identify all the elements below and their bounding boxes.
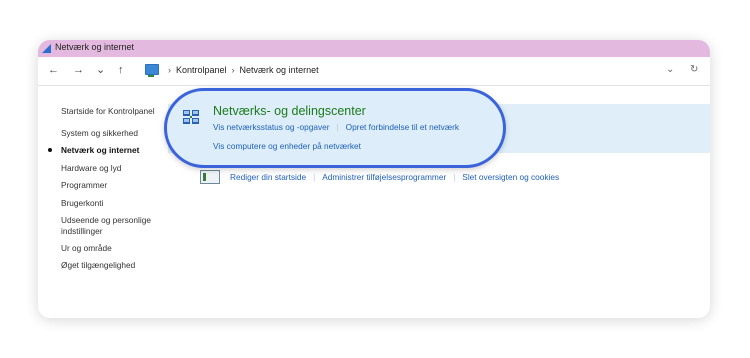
active-bullet-icon xyxy=(48,148,52,152)
link-network-status[interactable]: Vis netværksstatus og -opgaver xyxy=(213,122,330,132)
recent-locations-chevron-icon[interactable]: ⌄ xyxy=(96,63,105,77)
link-manage-addons[interactable]: Administrer tilføjelsesprogrammer xyxy=(322,172,446,182)
control-panel-icon xyxy=(145,64,159,77)
breadcrumb-current[interactable]: Netværk og internet xyxy=(240,65,319,75)
highlight-callout: Netværks- og delingscenter Vis netværkss… xyxy=(164,88,506,168)
link-divider: | xyxy=(336,122,339,132)
sidebar-item-user-accounts[interactable]: Brugerkonti xyxy=(61,198,103,208)
sidebar-item-home[interactable]: Startside for Kontrolpanel xyxy=(61,106,155,116)
link-divider: | xyxy=(453,172,456,182)
title-bar[interactable]: Netværk og internet xyxy=(38,40,710,57)
forward-arrow-icon[interactable]: → xyxy=(73,63,84,77)
sidebar-item-accessibility[interactable]: Øget tilgængelighed xyxy=(61,260,135,270)
link-delete-history[interactable]: Slet oversigten og cookies xyxy=(462,172,559,182)
breadcrumb-separator-icon: › xyxy=(231,64,235,75)
link-edit-homepage[interactable]: Rediger din startside xyxy=(230,172,306,182)
network-sharing-icon xyxy=(183,110,199,124)
internet-options-category: Rediger din startside | Administrer tilf… xyxy=(200,170,559,184)
callout-links-row: Vis netværksstatus og -opgaver | Opret f… xyxy=(213,122,459,132)
sidebar-item-programs[interactable]: Programmer xyxy=(61,180,107,190)
link-divider: | xyxy=(313,172,316,182)
sidebar-item-appearance[interactable]: Udseende og personlige xyxy=(61,215,151,225)
sidebar-item-system-security[interactable]: System og sikkerhed xyxy=(61,128,138,138)
address-dropdown-chevron-icon[interactable]: ⌄ xyxy=(666,64,674,75)
address-toolbar: ← → ⌄ ↑ › Kontrolpanel › Netværk og inte… xyxy=(38,57,710,86)
sidebar-item-appearance-cont[interactable]: indstillinger xyxy=(61,226,103,236)
window-title: Netværk og internet xyxy=(55,42,135,52)
link-view-network-devices[interactable]: Vis computere og enheder på netværket xyxy=(213,141,361,151)
sidebar-item-clock-region[interactable]: Ur og område xyxy=(61,243,112,253)
document-icon xyxy=(200,170,220,184)
refresh-icon[interactable]: ↻ xyxy=(690,64,698,75)
breadcrumb[interactable]: › Kontrolpanel › Netværk og internet xyxy=(145,64,319,77)
link-connect-network[interactable]: Opret forbindelse til et netværk xyxy=(346,122,459,132)
up-arrow-icon[interactable]: ↑ xyxy=(118,63,124,77)
sidebar-item-network-internet[interactable]: Netværk og internet xyxy=(61,145,139,155)
breadcrumb-kontrolpanel[interactable]: Kontrolpanel xyxy=(176,65,227,75)
callout-links-row-2: Vis computere og enheder på netværket xyxy=(213,136,361,154)
network-icon xyxy=(42,44,51,53)
back-arrow-icon[interactable]: ← xyxy=(48,63,59,77)
control-panel-window: Netværk og internet ← → ⌄ ↑ › Kontrolpan… xyxy=(38,40,710,318)
breadcrumb-separator-icon: › xyxy=(168,64,171,75)
network-sharing-center-link[interactable]: Netværks- og delingscenter xyxy=(213,104,366,118)
sidebar-item-hardware-sound[interactable]: Hardware og lyd xyxy=(61,163,121,173)
